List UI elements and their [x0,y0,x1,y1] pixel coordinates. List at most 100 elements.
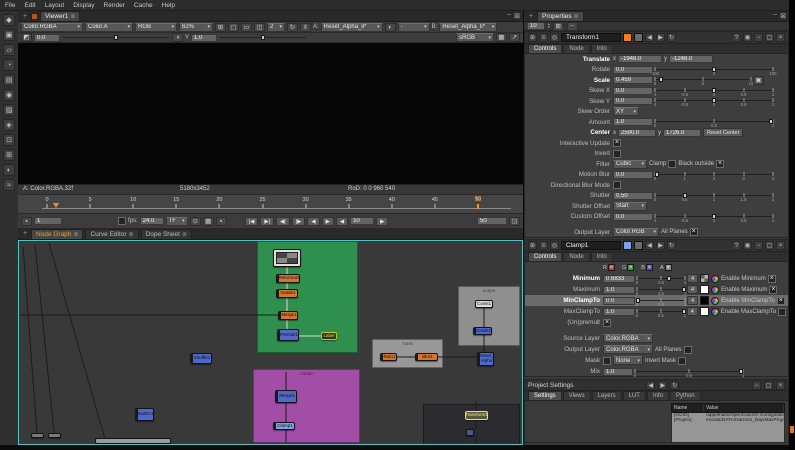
fps-field[interactable]: 24.0 [140,217,164,225]
maximum-slider[interactable]: 00.51 [637,285,685,295]
close-panel-icon[interactable]: × [776,241,785,250]
node-tiny-b[interactable] [48,433,61,438]
minclampto-multi-button[interactable]: 4 [687,296,698,305]
rotate-slider[interactable]: -1000100 [655,65,773,75]
tab-controls[interactable]: Controls [528,44,562,53]
float-panel-icon[interactable]: ▢ [765,33,774,42]
black-outside-checkbox[interactable]: × [716,160,724,168]
roi-icon[interactable]: ▭ [241,23,252,32]
node-graph-canvas[interactable]: mergeoutputmaskReformat1Grade1Merge1Prem… [18,240,523,445]
custom-offset-field[interactable]: 0.0 [613,213,653,221]
node-shuffle1[interactable]: Shuffle1 [190,353,212,364]
next-keyframe-button[interactable]: |▶ [292,217,306,226]
enable-minimum-checkbox[interactable]: × [768,275,776,283]
node-blur1[interactable]: Blur1 [415,353,438,361]
slider-knob[interactable] [682,309,686,314]
unpremult-checkbox[interactable]: × [603,319,611,327]
maximum-color-swatch[interactable] [700,285,709,294]
help-icon[interactable]: ? [732,33,741,42]
mask-checkbox[interactable] [603,357,611,365]
slider-knob[interactable] [636,298,640,303]
overlay-color-swatch[interactable] [634,241,643,250]
scroll-marker[interactable] [790,426,794,433]
node-const1[interactable]: Const1 [475,300,493,308]
keyer-tool-icon[interactable]: ◈ [3,119,15,131]
max-panels-field[interactable]: 10 [527,22,545,30]
node-color-icon[interactable]: ◎ [550,33,559,42]
enable-minclampto-checkbox[interactable]: × [777,297,785,305]
skew-y-field[interactable]: 0.0 [613,97,653,105]
close-panel-icon[interactable]: × [776,381,785,390]
play-backward-button[interactable]: ◀ [307,217,319,226]
slider-knob[interactable] [683,193,687,198]
cache-icon[interactable]: ▦ [203,217,214,226]
minclampto-slider[interactable]: 00.51 [637,296,685,306]
tab-controls[interactable]: Controls [528,252,562,261]
pane-anchor-icon[interactable]: + [21,13,29,20]
skew-x-slider[interactable]: -1-0.500.51 [655,86,773,96]
maxclampto-multi-button[interactable]: 4 [687,307,698,316]
close-icon[interactable]: ⊗ [574,13,579,20]
all-planes-checkbox[interactable]: × [690,228,698,236]
pane-anchor-icon[interactable]: + [21,230,29,237]
motion-blur-slider[interactable]: 01234 [655,170,773,180]
slider-knob[interactable] [712,214,716,219]
minimize-panel-icon[interactable]: − [754,241,763,250]
slider-knob[interactable] [682,287,686,292]
maxclampto-slider[interactable]: 00.51 [637,307,685,317]
hide-unmodified-icon[interactable]: ◉ [743,33,752,42]
prev-keyframe-button[interactable]: ◀| [276,217,290,226]
filter-select[interactable]: Cubic▾ [613,160,647,169]
node-reset-alpha[interactable]: Reset_ Alpha [477,352,494,366]
node-tiny-a[interactable] [31,433,44,438]
tab-properties[interactable]: Properties⊗ [537,11,584,21]
minimum-multi-button[interactable]: 4 [687,274,698,283]
node-color-swatch[interactable] [623,241,632,250]
timeline[interactable]: 0510152025303540455050 [18,195,523,214]
node-reformat1[interactable]: Reformat1 [276,274,300,283]
menu-item-help[interactable]: Help [162,2,175,9]
tab-node-graph[interactable]: Node Graph⊗ [31,229,83,239]
slider-knob[interactable] [712,67,716,72]
refresh-icon[interactable]: ↻ [287,23,298,32]
clip-to-project-icon[interactable]: ⊞ [215,23,226,32]
shutter-field[interactable]: 0.50 [613,192,653,200]
next-increment-button[interactable]: ▶ [376,217,388,226]
timeline-end-marker[interactable]: 50 [475,196,481,202]
restore-defaults-icon[interactable]: ↻ [670,381,679,390]
pause-icon[interactable]: ‖ [300,23,311,32]
maximum-colorwheel-icon[interactable] [711,286,719,294]
clamp-checkbox[interactable] [668,160,676,168]
skew-y-slider[interactable]: -1-0.500.51 [655,96,773,106]
skew-x-field[interactable]: 0.0 [613,87,653,95]
proxy-icon[interactable]: ◫ [254,23,265,32]
node-switch1[interactable]: Switch1 [135,408,154,421]
enable-maximum-checkbox[interactable]: × [769,286,777,294]
rotate-field[interactable]: 0.0 [613,66,653,74]
panel-title-field[interactable]: Transform1 [561,33,621,42]
a-input-select[interactable]: Reset_Alpha_li*▾ [321,23,383,32]
minimum-colorwheel-icon[interactable] [711,275,719,283]
center-node-icon[interactable]: ⊕ [528,241,537,250]
slider-knob[interactable] [739,369,743,374]
slider-knob[interactable] [712,98,716,103]
proxy-level-select[interactable]: 2▾ [267,23,285,32]
maxclampto-colorwheel-icon[interactable] [711,308,719,316]
help-icon[interactable]: ? [732,241,741,250]
minimize-pane-icon[interactable]: − [773,12,777,20]
table-row[interactable]: [Project]/media/DATA/Natron2_Bay/MaxProj… [672,418,784,423]
tab-info[interactable]: Info [591,44,613,53]
minclampto-colorwheel-icon[interactable] [711,297,719,305]
slider-knob[interactable] [114,35,118,40]
scale-slider[interactable]: 0510 [655,75,751,85]
settings-icon[interactable]: ≡ [539,241,548,250]
translate-x-field[interactable]: -1948.0 [618,55,662,63]
gamma-icon[interactable]: ◑ [172,33,183,42]
close-panel-icon[interactable]: × [776,33,785,42]
float-panel-icon[interactable]: ▢ [765,241,774,250]
playhead[interactable] [53,203,59,208]
slider-knob[interactable] [655,172,659,177]
goto-end-button[interactable]: ▶| [260,217,274,226]
reset-center-button[interactable]: Reset Center [703,128,743,137]
zoom-select[interactable]: 62%▾ [179,23,213,32]
